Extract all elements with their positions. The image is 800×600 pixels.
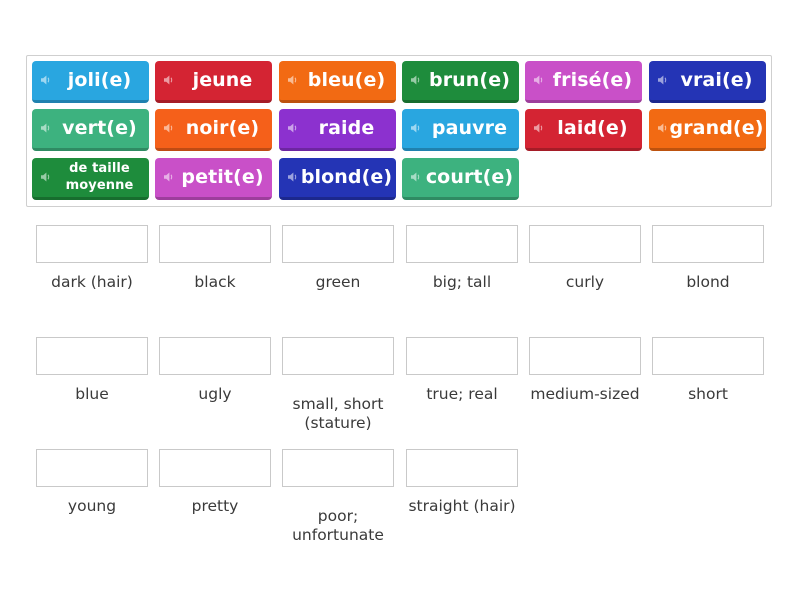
clue-label: small, short (stature)	[292, 395, 384, 432]
drop-slot[interactable]	[282, 225, 394, 263]
answer-tile[interactable]: vrai(e)	[649, 61, 766, 103]
drop-slot[interactable]	[406, 337, 518, 375]
answer-tile[interactable]: frisé(e)	[525, 61, 642, 103]
clue-label: blue	[75, 384, 109, 403]
drop-slot[interactable]	[652, 337, 764, 375]
drop-slot[interactable]	[406, 449, 518, 487]
drop-slot[interactable]	[159, 449, 271, 487]
clue-label: black	[194, 272, 236, 291]
answer-tile[interactable]: joli(e)	[32, 61, 149, 103]
drop-slot[interactable]	[159, 337, 271, 375]
drop-slot[interactable]	[529, 337, 641, 375]
drop-slot[interactable]	[36, 337, 148, 375]
drop-slot[interactable]	[529, 225, 641, 263]
clue-label: dark (hair)	[51, 272, 133, 291]
clue-label: green	[315, 272, 361, 291]
tile-label: de taille moyenne	[65, 160, 134, 193]
tile-label: petit(e)	[181, 165, 264, 188]
answer-tile[interactable]: brun(e)	[402, 61, 519, 103]
tile-label: vrai(e)	[680, 68, 753, 91]
clue-label: blond	[686, 272, 730, 291]
clue-label: poor; unfortunate	[292, 507, 384, 544]
clue-label: pretty	[191, 496, 239, 515]
drop-slot[interactable]	[159, 225, 271, 263]
tile-label: blond(e)	[300, 165, 393, 188]
drop-slot[interactable]	[282, 449, 394, 487]
tile-label: noir(e)	[185, 116, 260, 139]
tile-label: raide	[318, 116, 375, 139]
drop-slot[interactable]	[36, 449, 148, 487]
clue-label: young	[67, 496, 117, 515]
clue-label: short	[688, 384, 728, 403]
answer-tile[interactable]: raide	[279, 109, 396, 151]
clue-label: true; real	[426, 384, 498, 403]
clue-label: straight (hair)	[408, 496, 516, 515]
answer-tile[interactable]: blond(e)	[279, 158, 396, 200]
answer-tile[interactable]: noir(e)	[155, 109, 272, 151]
tile-label: bleu(e)	[307, 68, 386, 91]
answer-tile[interactable]: petit(e)	[155, 158, 272, 200]
tile-label: brun(e)	[429, 68, 510, 91]
tile-label: vert(e)	[62, 116, 137, 139]
clue-label: big; tall	[432, 272, 492, 291]
drop-slot[interactable]	[36, 225, 148, 263]
tile-label: joli(e)	[67, 68, 132, 91]
drop-slot[interactable]	[652, 225, 764, 263]
answer-tile[interactable]: laid(e)	[525, 109, 642, 151]
drop-slot[interactable]	[282, 337, 394, 375]
tile-label: court(e)	[425, 165, 514, 188]
clue-label: curly	[565, 272, 605, 291]
clue-label: medium-sized	[530, 384, 640, 403]
answer-tile[interactable]: jeune	[155, 61, 272, 103]
tile-label: grand(e)	[669, 116, 764, 139]
tile-label: jeune	[192, 68, 253, 91]
tile-label: laid(e)	[557, 116, 628, 139]
answer-tile[interactable]: de taille moyenne	[32, 158, 149, 200]
drop-slot[interactable]	[406, 225, 518, 263]
answer-tile[interactable]: vert(e)	[32, 109, 149, 151]
clue-label: ugly	[198, 384, 232, 403]
tile-label: pauvre	[431, 116, 508, 139]
answer-tile[interactable]: court(e)	[402, 158, 519, 200]
answer-tile[interactable]: bleu(e)	[279, 61, 396, 103]
tile-label: frisé(e)	[552, 68, 633, 91]
answer-tile[interactable]: pauvre	[402, 109, 519, 151]
answer-tile[interactable]: grand(e)	[649, 109, 766, 151]
